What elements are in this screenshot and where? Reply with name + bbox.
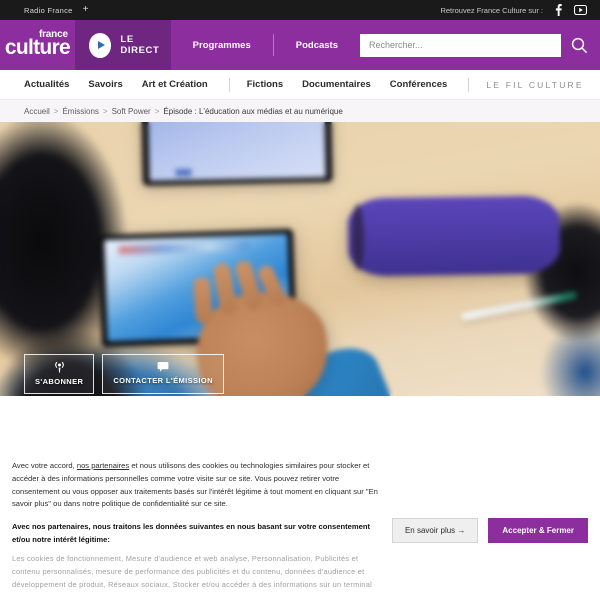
nav-item-programmes[interactable]: Programmes <box>171 40 273 51</box>
contact-show-label: CONTACTER L'ÉMISSION <box>113 376 213 385</box>
cookie-text-block: Avec votre accord, nos partenaires et no… <box>12 460 382 600</box>
radio-france-link[interactable]: Radio France <box>24 6 73 15</box>
subnav-item-fictions[interactable]: Fictions <box>247 79 283 90</box>
subnav-item-documentaires[interactable]: Documentaires <box>302 79 371 90</box>
partners-link[interactable]: nos partenaires <box>77 461 129 470</box>
topbar-left-group: Radio France + <box>24 5 88 15</box>
site-header: france culture LE DIRECT Programmes Podc… <box>0 20 600 70</box>
subnav-divider-1 <box>228 77 230 92</box>
search-input[interactable] <box>360 33 561 57</box>
contact-show-button[interactable]: CONTACTER L'ÉMISSION <box>102 354 224 394</box>
subnav-item-le-fil-culture[interactable]: LE FIL CULTURE <box>486 80 583 90</box>
hero-image: S'ABONNER CONTACTER L'ÉMISSION <box>0 122 600 396</box>
france-culture-logo[interactable]: france culture <box>0 20 75 70</box>
breadcrumb-separator: > <box>102 106 108 116</box>
subnav-item-art-et-creation[interactable]: Art et Création <box>142 79 208 90</box>
subnav-item-savoirs[interactable]: Savoirs <box>88 79 122 90</box>
cookie-paragraph-1: Avec votre accord, nos partenaires et no… <box>12 460 382 511</box>
accept-and-close-button[interactable]: Accepter & Fermer <box>488 518 588 543</box>
search-icon <box>571 37 588 53</box>
primary-nav: Programmes Podcasts <box>171 20 360 70</box>
cookie-purposes-list: Les cookies de fonctionnement, Mesure d'… <box>12 553 372 589</box>
le-direct-label: LE DIRECT <box>120 34 160 56</box>
plus-icon[interactable]: + <box>83 5 89 15</box>
subscribe-label: S'ABONNER <box>35 377 84 386</box>
breadcrumb-separator: > <box>154 106 160 116</box>
speech-bubble-icon <box>157 361 169 372</box>
breadcrumb-item-emissions[interactable]: Émissions <box>62 107 98 116</box>
social-follow-label: Retrouvez France Culture sur : <box>440 5 543 15</box>
cookie-actions: En savoir plus → Accepter & Fermer <box>391 460 588 600</box>
youtube-icon[interactable] <box>574 4 587 16</box>
play-icon <box>88 32 112 58</box>
facebook-icon[interactable] <box>552 4 565 16</box>
radio-france-topbar: Radio France + Retrouvez France Culture … <box>0 0 600 20</box>
learn-more-button[interactable]: En savoir plus → <box>391 518 479 543</box>
podcast-icon <box>54 361 65 373</box>
subnav-item-actualites[interactable]: Actualités <box>24 79 69 90</box>
search-area <box>360 20 600 70</box>
breadcrumb-separator: > <box>53 106 59 116</box>
cookie-purposes-heading: Avec nos partenaires, nous traitons les … <box>12 522 370 544</box>
breadcrumb: Accueil > Émissions > Soft Power > Épiso… <box>0 100 600 122</box>
breadcrumb-item-soft-power[interactable]: Soft Power <box>112 107 151 116</box>
hero-action-buttons: S'ABONNER CONTACTER L'ÉMISSION <box>24 354 224 394</box>
topbar-social-group: Retrouvez France Culture sur : <box>440 4 587 16</box>
subscribe-button[interactable]: S'ABONNER <box>24 354 95 394</box>
breadcrumb-item-accueil[interactable]: Accueil <box>24 107 50 116</box>
breadcrumb-current-page: Épisode : L'éducation aux médias et au n… <box>163 106 343 116</box>
subnav-item-conferences[interactable]: Conférences <box>390 79 448 90</box>
logo-culture-text: culture <box>4 36 71 59</box>
secondary-nav: Actualités Savoirs Art et Création Ficti… <box>0 70 600 100</box>
search-button[interactable] <box>571 37 588 54</box>
cookie-paragraph-1-part-a: Avec votre accord, <box>12 461 77 470</box>
le-direct-button[interactable]: LE DIRECT <box>74 20 171 70</box>
cookie-consent-banner: Avec votre accord, nos partenaires et no… <box>0 446 600 600</box>
subnav-divider-2 <box>468 77 470 92</box>
nav-item-podcasts[interactable]: Podcasts <box>274 40 360 51</box>
